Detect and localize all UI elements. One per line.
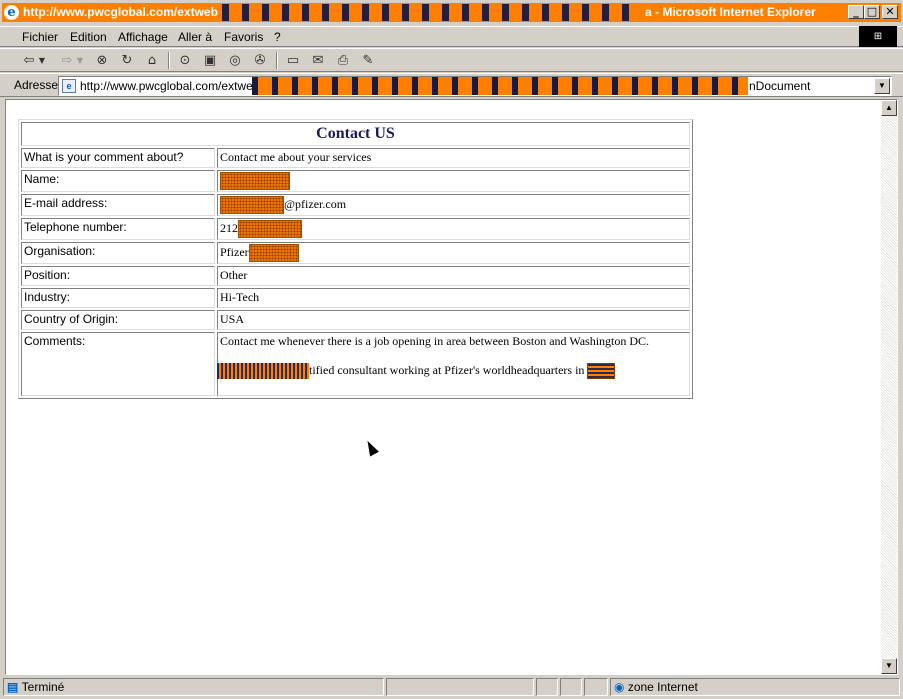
close-button[interactable]: ✕ <box>882 5 898 19</box>
table-row: What is your comment about? Contact me a… <box>21 148 690 168</box>
row-label: Position: <box>21 266 215 286</box>
table-row: Comments: Contact me whenever there is a… <box>21 332 690 396</box>
menu-help[interactable]: ? <box>274 29 281 45</box>
channels-icon[interactable]: ✇ <box>251 52 269 69</box>
page-done-icon: ▤ <box>7 680 22 694</box>
comments-line-2: tified consultant working at Pfizer's wo… <box>309 363 585 377</box>
address-url-end: nDocument <box>749 79 811 93</box>
name-redaction <box>220 172 290 190</box>
menu-aller-a[interactable]: Aller à <box>178 29 212 45</box>
address-label: Adresse <box>14 78 59 92</box>
organisation-redaction <box>248 244 299 262</box>
organisation-name: Pfizer <box>220 244 249 259</box>
form-title: Contact US <box>21 122 690 146</box>
scroll-down-icon[interactable]: ▼ <box>881 658 897 674</box>
print-icon[interactable]: ⎙ <box>334 52 352 69</box>
table-row: Organisation: Pfizer <box>21 242 690 264</box>
mouse-cursor-icon <box>363 438 379 457</box>
scroll-up-icon[interactable]: ▲ <box>881 100 897 116</box>
title-redaction <box>222 4 642 21</box>
status-bar: ▤ Terminé ◉ zone Internet <box>0 676 903 699</box>
back-icon[interactable]: ⇦ <box>20 52 38 69</box>
toolbar-separator <box>276 52 278 69</box>
vertical-scrollbar[interactable]: ▲ ▼ <box>881 100 897 674</box>
window-title-url: http://www.pwcglobal.com/extweb <box>23 5 218 19</box>
phone-prefix: 212 <box>220 220 238 235</box>
address-bar: Adresse e http://www.pwcglobal.com/extwe… <box>0 73 903 97</box>
email-redaction <box>220 196 284 214</box>
zone-text: zone Internet <box>627 680 698 694</box>
menu-edition[interactable]: Edition <box>70 29 107 45</box>
row-value: Pfizer <box>217 242 690 264</box>
row-label: Organisation: <box>21 242 215 264</box>
edit-icon[interactable]: ✎ <box>359 52 377 69</box>
windows-logo-icon: ⊞ <box>859 26 897 47</box>
page-icon: e <box>62 79 76 93</box>
comments-value: Contact me whenever there is a job openi… <box>217 332 690 396</box>
row-value: Contact me about your services <box>217 148 690 168</box>
table-row: Telephone number: 212 <box>21 218 690 240</box>
row-label: E-mail address: <box>21 194 215 216</box>
back-dropdown-icon[interactable]: ▼ <box>37 52 47 69</box>
address-redaction <box>252 77 748 95</box>
status-pane <box>536 678 558 696</box>
fullscreen-icon[interactable]: ▭ <box>284 52 302 69</box>
comments-location-redaction <box>587 363 616 380</box>
address-input[interactable]: e http://www.pwcglobal.com/extweb nDocum… <box>58 76 892 96</box>
row-label: Telephone number: <box>21 218 215 240</box>
ie-icon[interactable]: e <box>4 5 19 20</box>
menu-fichier[interactable]: Fichier <box>22 29 58 45</box>
maximize-button[interactable]: □ <box>864 5 880 19</box>
refresh-icon[interactable]: ↻ <box>118 52 136 69</box>
minimize-button[interactable]: _ <box>848 5 864 19</box>
history-icon[interactable]: ◎ <box>226 52 244 69</box>
toolbar-separator <box>168 52 170 69</box>
favorites-icon[interactable]: ▣ <box>201 52 219 69</box>
row-value: Other <box>217 266 690 286</box>
row-label: Industry: <box>21 288 215 308</box>
row-value: USA <box>217 310 690 330</box>
internet-zone-icon: ◉ <box>614 680 628 694</box>
forward-dropdown-icon[interactable]: ▼ <box>75 52 85 69</box>
status-text: Terminé <box>21 680 65 694</box>
status-pane <box>560 678 582 696</box>
comments-line-1: Contact me whenever there is a job openi… <box>220 334 650 348</box>
page-content: Contact US What is your comment about? C… <box>5 99 898 675</box>
phone-redaction <box>238 220 302 238</box>
status-pane <box>386 678 534 696</box>
menu-favoris[interactable]: Favoris <box>224 29 263 45</box>
row-value: @pfizer.com <box>217 194 690 216</box>
row-label: Name: <box>21 170 215 192</box>
table-row: E-mail address: @pfizer.com <box>21 194 690 216</box>
address-dropdown-icon[interactable]: ▼ <box>874 78 890 94</box>
status-text-pane: ▤ Terminé <box>3 678 384 696</box>
contact-table: Contact US What is your comment about? C… <box>18 119 693 399</box>
forward-icon[interactable]: ⇨ <box>58 52 76 69</box>
row-label: Comments: <box>21 332 215 396</box>
search-icon[interactable]: ⊙ <box>176 52 194 69</box>
mail-icon[interactable]: ✉ <box>309 52 327 69</box>
menu-bar: Fichier Edition Affichage Aller à Favori… <box>0 26 903 47</box>
comments-redaction <box>217 363 309 380</box>
address-url-start: http://www.pwcglobal.com/extweb <box>80 79 260 93</box>
home-icon[interactable]: ⌂ <box>143 52 161 69</box>
table-row: Name: <box>21 170 690 192</box>
row-value: Hi-Tech <box>217 288 690 308</box>
row-label: Country of Origin: <box>21 310 215 330</box>
toolbar: ⇦ ▼ ⇨ ▼ ⊗ ↻ ⌂ ⊙ ▣ ◎ ✇ ▭ ✉ ⎙ ✎ <box>0 48 903 72</box>
status-pane <box>584 678 608 696</box>
row-value: 212 <box>217 218 690 240</box>
zone-pane: ◉ zone Internet <box>610 678 900 696</box>
table-row: Industry: Hi-Tech <box>21 288 690 308</box>
title-bar: e http://www.pwcglobal.com/extweb a - Mi… <box>0 0 903 26</box>
row-value <box>217 170 690 192</box>
window-title-app: a - Microsoft Internet Explorer <box>645 5 816 19</box>
menu-affichage[interactable]: Affichage <box>118 29 168 45</box>
stop-icon[interactable]: ⊗ <box>93 52 111 69</box>
table-row: Position: Other <box>21 266 690 286</box>
table-row: Country of Origin: USA <box>21 310 690 330</box>
row-label: What is your comment about? <box>21 148 215 168</box>
email-domain: @pfizer.com <box>284 196 347 211</box>
